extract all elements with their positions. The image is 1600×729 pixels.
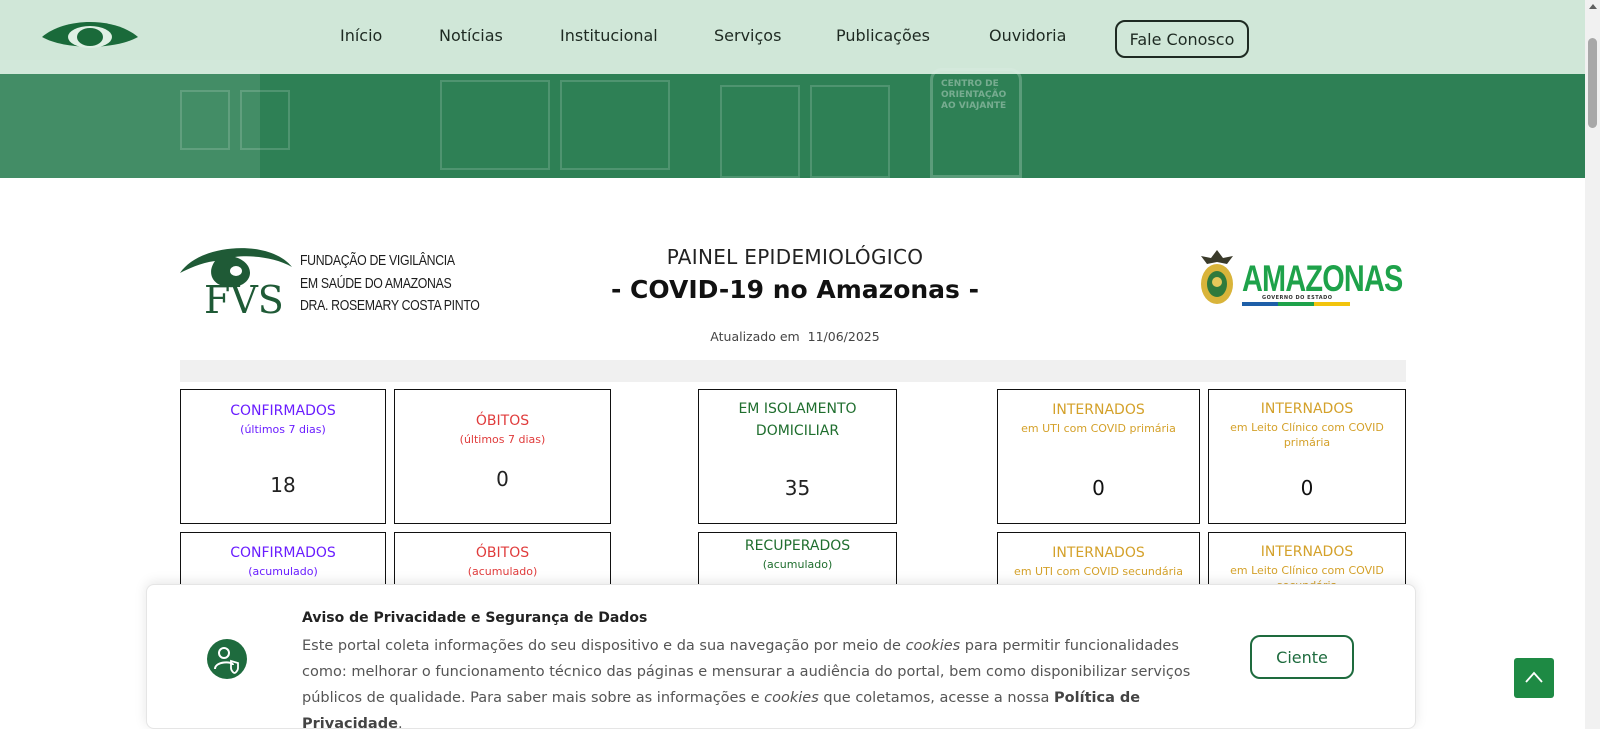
card-title: INTERNADOS [1260, 401, 1354, 417]
scrollbar-thumb[interactable] [1588, 38, 1597, 128]
card-title: DOMICILIAR [755, 423, 840, 439]
stripe-green [1278, 302, 1314, 306]
hero-window [720, 85, 800, 178]
privacy-user-shield-icon [207, 639, 247, 679]
hero-window [810, 85, 890, 178]
card-title: CONFIRMADOS [230, 545, 336, 561]
fvs-org-line: EM SAÚDE DO AMAZONAS [300, 274, 452, 292]
fvs-org-name: FUNDAÇÃO DE VIGILÂNCIA EM SAÚDE DO AMAZO… [300, 250, 480, 318]
card-subtitle: (últimos 7 dias) [240, 423, 326, 436]
card-title: RECUPERADOS [744, 538, 851, 554]
privacy-text: . [397, 716, 403, 729]
amazonas-gov-label: GOVERNO DO ESTADO [1262, 295, 1333, 301]
card-title: INTERNADOS [1052, 545, 1145, 561]
hero-window [560, 80, 670, 170]
amazonas-crest-icon [1201, 250, 1233, 304]
updated-label: Atualizado em [710, 329, 800, 344]
fvs-org-line: DRA. ROSEMARY COSTA PINTO [300, 297, 480, 314]
card-subtitle: em Leito Clínico com COVID primária [1230, 421, 1384, 449]
amazonas-wordmark: AMAZONAS [1242, 258, 1403, 299]
stripe-yellow [1314, 302, 1350, 306]
card-internados-uti-primaria: INTERNADOS em UTI com COVID primária 0 [997, 389, 1200, 524]
card-title: EM ISOLAMENTO [738, 401, 857, 417]
nav-servicos[interactable]: Serviços [714, 26, 781, 45]
card-title: INTERNADOS [1260, 544, 1354, 560]
card-value: 35 [784, 476, 811, 500]
scroll-up-arrow-icon[interactable] [1589, 4, 1597, 9]
fvs-initials: FVS [204, 278, 284, 317]
fale-conosco-button[interactable]: Fale Conosco [1115, 20, 1249, 58]
card-subtitle: (acumulado) [248, 565, 318, 578]
fvs-org-line: FUNDAÇÃO DE VIGILÂNCIA [300, 252, 455, 269]
nav-ouvidoria[interactable]: Ouvidoria [989, 26, 1066, 45]
panel-subtitle: - COVID-19 no Amazonas - [610, 275, 980, 304]
privacy-text: que coletamos, acesse a nossa [818, 690, 1055, 706]
eye-logo-icon[interactable] [40, 20, 140, 54]
top-navbar: Início Notícias Institucional Serviços P… [0, 0, 1585, 74]
nav-publicacoes[interactable]: Publicações [836, 26, 930, 45]
privacy-text: Este portal coleta informações do seu di… [302, 638, 906, 654]
privacy-cookies-term: cookies [764, 690, 819, 706]
page: CENTRO DE ORIENTAÇÃO AO VIAJANTE Início … [0, 0, 1600, 729]
card-subtitle: em UTI com COVID primária [1021, 422, 1176, 435]
card-internados-leito-primaria: INTERNADOS em Leito Clínico com COVID pr… [1208, 389, 1406, 524]
nav-noticias[interactable]: Notícias [439, 26, 503, 45]
card-value: 18 [270, 473, 296, 497]
card-isolamento: EM ISOLAMENTO DOMICILIAR 35 [698, 389, 897, 524]
card-confirmados-7d: CONFIRMADOS (últimos 7 dias) 18 [180, 389, 386, 524]
updated-at: Atualizado em 11/06/2025 [590, 329, 1000, 344]
privacy-body: Este portal coleta informações do seu di… [302, 633, 1202, 729]
card-obitos-7d: ÓBITOS (últimos 7 dias) 0 [394, 389, 611, 524]
privacy-cookies-term: cookies [905, 638, 961, 654]
card-value: 0 [496, 467, 509, 491]
privacy-title: Aviso de Privacidade e Segurança de Dado… [302, 610, 648, 626]
card-subtitle: em UTI com COVID secundária [1014, 565, 1183, 578]
card-title: ÓBITOS [475, 413, 530, 429]
hero-sign-text: CENTRO DE ORIENTAÇÃO AO VIAJANTE [941, 79, 1007, 111]
back-to-top-button[interactable] [1514, 658, 1554, 698]
card-title: CONFIRMADOS [230, 403, 336, 419]
hero-window [180, 90, 230, 150]
stripe-blue [1242, 302, 1278, 306]
card-value: 0 [1300, 476, 1314, 500]
amazonas-flag-stripe [1242, 302, 1350, 306]
privacy-banner: Aviso de Privacidade e Segurança de Dado… [146, 584, 1416, 729]
nav-institucional[interactable]: Institucional [560, 26, 658, 45]
nav-inicio[interactable]: Início [340, 26, 382, 45]
card-subtitle: (acumulado) [467, 565, 538, 578]
card-subtitle: (últimos 7 dias) [459, 433, 546, 446]
hero-sign: CENTRO DE ORIENTAÇÃO AO VIAJANTE [930, 68, 1022, 178]
panel-title: PAINEL EPIDEMIOLÓGICO [666, 245, 924, 269]
hero-window [240, 90, 290, 150]
card-value: 0 [1092, 476, 1105, 500]
ciente-button[interactable]: Ciente [1250, 635, 1354, 679]
filter-bar [180, 360, 1406, 382]
chevron-up-icon [1525, 671, 1543, 683]
card-subtitle: (acumulado) [762, 558, 833, 571]
hero-window [440, 80, 550, 170]
card-title: INTERNADOS [1052, 402, 1145, 418]
card-title: ÓBITOS [475, 545, 530, 561]
updated-date: 11/06/2025 [807, 329, 880, 344]
